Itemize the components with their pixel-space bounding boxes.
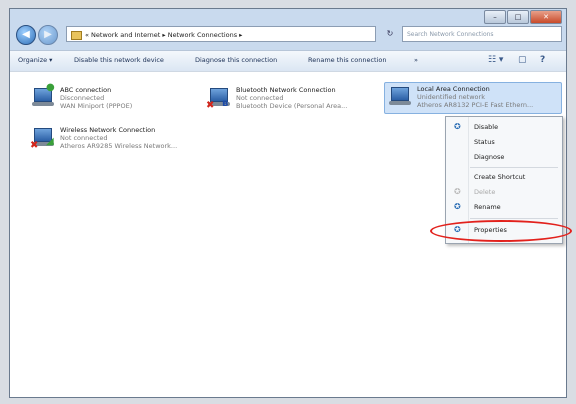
connection-item-abc[interactable]: ● ABC connection Disconnected WAN Minipo… <box>28 83 188 114</box>
properties-highlight-ring <box>430 220 572 242</box>
view-options-icon[interactable]: ☷ ▾ <box>488 55 503 65</box>
address-row: ◀ ▶ « Network and Internet ▸ Network Con… <box>14 23 562 47</box>
connection-status: Not connected <box>236 94 284 102</box>
menu-item-create-shortcut[interactable]: Create Shortcut <box>474 173 525 181</box>
menu-item-status[interactable]: Status <box>474 138 495 146</box>
shield-icon: ✪ <box>454 202 461 211</box>
connection-name: Local Area Connection <box>417 85 490 93</box>
rename-button[interactable]: Rename this connection <box>308 56 386 64</box>
connection-name: Bluetooth Network Connection <box>236 86 336 94</box>
address-path: « Network and Internet ▸ Network Connect… <box>85 31 243 39</box>
connection-item-bluetooth[interactable]: ✖ ʙ Bluetooth Network Connection Not con… <box>204 84 374 114</box>
connection-item-wireless[interactable]: ✖ ◢ Wireless Network Connection Not conn… <box>28 124 208 154</box>
refresh-icon[interactable]: ↻ <box>382 26 398 42</box>
more-commands-button[interactable]: » <box>414 56 418 64</box>
signal-bars-icon: ◢ <box>46 136 54 147</box>
network-adapter-icon: ✖ ʙ <box>206 88 230 111</box>
connection-status: Unidentified network <box>417 93 485 101</box>
close-button[interactable]: ✕ <box>530 10 562 24</box>
connection-device: Bluetooth Device (Personal Area... <box>236 102 348 110</box>
disable-device-button[interactable]: Disable this network device <box>74 56 164 64</box>
network-adapter-icon <box>389 87 411 109</box>
shield-icon: ✪ <box>454 122 461 131</box>
connection-device: Atheros AR8132 PCI-E Fast Ethern... <box>417 101 534 109</box>
minimize-button[interactable]: – <box>484 10 506 24</box>
connection-device: Atheros AR9285 Wireless Network... <box>60 142 178 150</box>
network-adapter-icon: ✖ ◢ <box>30 128 54 151</box>
maximize-button[interactable]: □ <box>507 10 529 24</box>
folder-icon <box>71 31 82 40</box>
menu-item-delete[interactable]: Delete <box>474 188 495 196</box>
connection-item-local-area[interactable]: Local Area Connection Unidentified netwo… <box>384 82 562 114</box>
caption-buttons: – □ ✕ <box>484 10 562 24</box>
address-bar[interactable]: « Network and Internet ▸ Network Connect… <box>66 26 376 42</box>
connection-device: WAN Miniport (PPPOE) <box>60 102 133 110</box>
shield-icon: ✪ <box>454 187 461 196</box>
bluetooth-icon: ʙ <box>222 98 229 109</box>
organize-button[interactable]: Organize ▾ <box>18 56 52 64</box>
menu-item-rename[interactable]: Rename <box>474 203 501 211</box>
help-icon[interactable]: ? <box>540 55 545 65</box>
forward-button[interactable]: ▶ <box>38 25 58 45</box>
network-adapter-icon: ● <box>32 83 55 110</box>
menu-item-disable[interactable]: Disable <box>474 123 498 131</box>
connection-name: Wireless Network Connection <box>60 126 156 134</box>
error-badge-icon: ✖ <box>206 100 215 111</box>
menu-item-diagnose[interactable]: Diagnose <box>474 153 504 161</box>
error-badge-icon: ✖ <box>30 140 39 151</box>
command-bar: Organize ▾ Disable this network device D… <box>10 50 566 72</box>
connection-status: Not connected <box>60 134 108 142</box>
preview-pane-icon[interactable]: ▢ <box>518 55 527 65</box>
diagnose-button[interactable]: Diagnose this connection <box>195 56 277 64</box>
search-input[interactable]: Search Network Connections <box>402 26 562 42</box>
connection-name: ABC connection <box>60 86 112 94</box>
back-button[interactable]: ◀ <box>16 25 36 45</box>
connection-status: Disconnected <box>60 94 105 102</box>
